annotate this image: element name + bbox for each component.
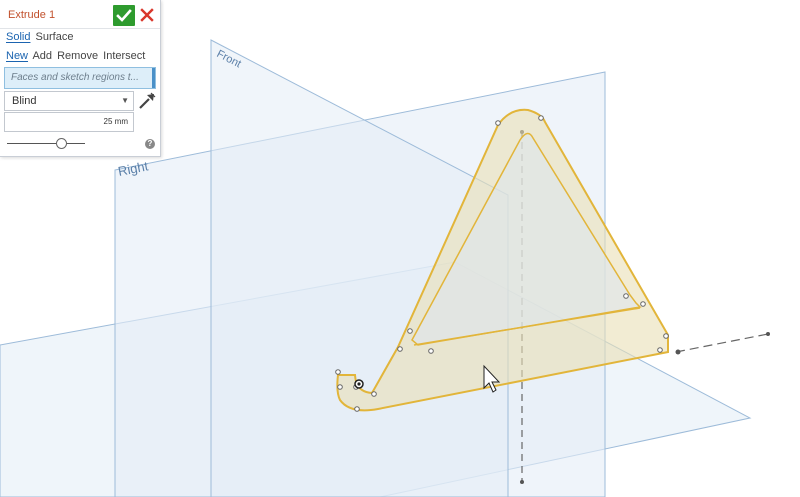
tab-add[interactable]: Add [32,50,52,62]
accept-button[interactable] [113,5,135,26]
chevron-down-icon: ▼ [121,96,129,105]
opacity-slider[interactable] [7,137,87,151]
tab-surface[interactable]: Surface [36,31,74,43]
query-active-indicator [152,68,155,88]
cancel-button[interactable] [139,7,155,23]
help-icon[interactable]: ? [145,139,155,149]
origin-point-center [357,382,361,386]
feature-title[interactable]: Extrude 1 [8,9,55,21]
tab-intersect[interactable]: Intersect [103,50,145,62]
end-type-value: Blind [12,95,37,107]
body-type-tabs: Solid Surface [6,31,75,45]
tab-remove[interactable]: Remove [57,50,98,62]
flip-direction-button[interactable] [137,91,157,111]
tab-new[interactable]: New [6,50,28,62]
end-type-select[interactable]: Blind ▼ [4,91,134,111]
dialog-header: Extrude 1 [0,2,160,29]
depth-input[interactable]: 25 mm [4,112,134,132]
slider-thumb[interactable] [56,138,68,149]
extrude-feature-dialog: Extrude 1 Solid Surface New Add Remove I… [0,0,161,157]
horizontal-axis-line [675,333,769,353]
axis-end-point [520,480,524,484]
axis-end-point [766,332,770,336]
tab-solid[interactable]: Solid [6,31,30,43]
query-placeholder: Faces and sketch regions t... [11,72,139,83]
slider-track [7,143,85,144]
axis-end-point [675,349,681,355]
close-icon [140,8,154,22]
depth-value: 25 mm [103,117,128,126]
flip-direction-icon [139,92,156,109]
operation-tabs: New Add Remove Intersect [6,50,147,64]
faces-query-field[interactable]: Faces and sketch regions t... [4,67,156,89]
checkmark-icon [116,9,132,22]
